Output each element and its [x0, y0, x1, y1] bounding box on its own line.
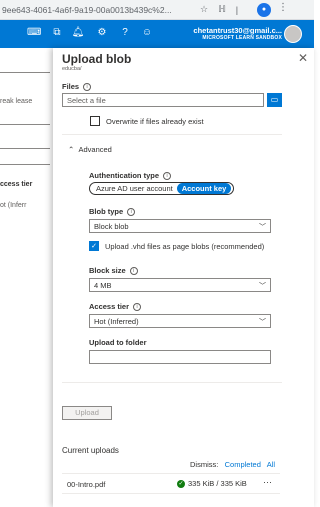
chevron-up-icon: ⌃ [68, 145, 75, 154]
folder-icon: ▭ [270, 95, 279, 104]
access-tier-value: Hot (Inferred) [94, 317, 139, 326]
directory-label: MICROSOFT LEARN SANDBOX [202, 35, 282, 41]
browser-menu-icon[interactable]: ⋮ [278, 2, 288, 13]
separator-icon: | [235, 4, 239, 15]
blob-type-dropdown[interactable]: Block blob ﹀ [89, 219, 271, 233]
current-uploads-title: Current uploads [62, 446, 119, 455]
background-text: reak lease [0, 98, 33, 105]
account-email: chetantrust30@gmail.c... [193, 26, 282, 35]
upload-button[interactable]: Upload [62, 406, 112, 420]
upload-folder-label: Upload to folder [89, 338, 147, 347]
blob-type-label-row: Blob type i [89, 207, 136, 217]
info-icon[interactable]: i [129, 267, 138, 276]
portal-header: ⌨ ⧉ 🔔︎ ⚙ ? ☺ chetantrust30@gmail.c... MI… [0, 20, 314, 48]
check-success-icon: ✓ [177, 480, 185, 489]
browser-url-bar: 9ee643-4061-4a6f-9a19-00a0013b439c%2... … [0, 0, 314, 20]
files-label-row: Files i [62, 82, 92, 92]
uploads-divider [62, 473, 280, 474]
dismiss-row: Dismiss: Completed All [190, 460, 275, 469]
blob-type-value: Block blob [94, 222, 129, 231]
section-divider [62, 382, 282, 383]
profile-avatar[interactable]: ● [257, 3, 271, 17]
auth-option-account-key[interactable]: Account key [176, 183, 232, 194]
user-avatar-icon[interactable] [284, 25, 302, 43]
panel-title: Upload blob [62, 52, 132, 66]
block-size-label: Block size [89, 266, 126, 275]
panel-subtitle: educba/ [62, 66, 82, 72]
background-text: ot (Inferr [0, 202, 27, 209]
access-tier-label: Access tier [89, 302, 130, 311]
info-icon[interactable]: i [163, 172, 172, 181]
background-divider [0, 72, 50, 73]
background-divider [0, 164, 50, 165]
info-icon[interactable]: i [127, 208, 136, 217]
chevron-down-icon: ﹀ [259, 283, 266, 290]
dismiss-all-link[interactable]: All [267, 460, 275, 469]
upload-blob-panel: Upload blob educba/ ✕ Files i Select a fi… [53, 48, 314, 507]
info-icon[interactable]: i [83, 83, 92, 92]
upload-folder-input[interactable] [89, 350, 271, 364]
notifications-icon[interactable]: 🔔︎ [71, 26, 85, 40]
block-size-label-row: Block size i [89, 266, 138, 276]
url-text[interactable]: 9ee643-4061-4a6f-9a19-00a0013b439c%2... [2, 5, 190, 15]
file-select-input[interactable]: Select a file [62, 93, 264, 107]
background-divider [0, 124, 50, 125]
feedback-icon[interactable]: ☺ [140, 26, 154, 40]
dismiss-completed-link[interactable]: Completed [225, 460, 261, 469]
block-size-value: 4 MB [94, 281, 112, 290]
settings-icon[interactable]: ⚙ [95, 26, 109, 40]
close-icon[interactable]: ✕ [298, 51, 308, 65]
overwrite-checkbox[interactable] [90, 116, 100, 126]
browse-folder-button[interactable]: ▭ [267, 93, 282, 107]
overwrite-label: Overwrite if files already exist [106, 117, 204, 126]
auth-type-label: Authentication type [89, 171, 160, 180]
vhd-page-blob-checkbox[interactable]: ✓ [89, 241, 99, 251]
vhd-page-blob-label: Upload .vhd files as page blobs (recomme… [105, 242, 265, 251]
block-size-dropdown[interactable]: 4 MB ﹀ [89, 278, 271, 292]
chevron-down-icon: ﹀ [259, 319, 266, 326]
section-divider [62, 134, 282, 135]
info-icon[interactable]: i [133, 303, 142, 312]
extensions-icon[interactable]: ℍ [218, 4, 226, 15]
help-icon[interactable]: ? [118, 26, 132, 40]
blob-type-label: Blob type [89, 207, 124, 216]
advanced-label: Advanced [78, 145, 112, 154]
background-text: ccess tier [0, 181, 33, 188]
directory-filter-icon[interactable]: ⧉ [50, 26, 64, 40]
access-tier-label-row: Access tier i [89, 302, 142, 312]
auth-type-toggle[interactable]: Azure AD user account Account key [89, 182, 234, 195]
upload-item-name: 00-Intro.pdf [67, 480, 106, 489]
access-tier-dropdown[interactable]: Hot (Inferred) ﹀ [89, 314, 271, 328]
account-info[interactable]: chetantrust30@gmail.c... MICROSOFT LEARN… [172, 26, 282, 41]
background-divider [0, 148, 50, 149]
bookmark-star-icon[interactable]: ☆ [200, 4, 208, 15]
upload-item-progress: 335 KiB / 335 KiB [188, 479, 247, 488]
chevron-down-icon: ﹀ [259, 224, 266, 231]
auth-label-row: Authentication type i [89, 171, 172, 181]
files-label: Files [62, 82, 80, 91]
uploads-divider [62, 493, 280, 494]
auth-option-azure-ad[interactable]: Azure AD user account [96, 184, 173, 193]
cloud-shell-icon[interactable]: ⌨ [27, 26, 41, 40]
dismiss-label: Dismiss: [190, 460, 219, 469]
advanced-toggle[interactable]: ⌃ Advanced [68, 145, 112, 154]
upload-item-status: ✓ 335 KiB / 335 KiB [177, 479, 247, 489]
more-options-icon[interactable]: ··· [263, 477, 272, 487]
